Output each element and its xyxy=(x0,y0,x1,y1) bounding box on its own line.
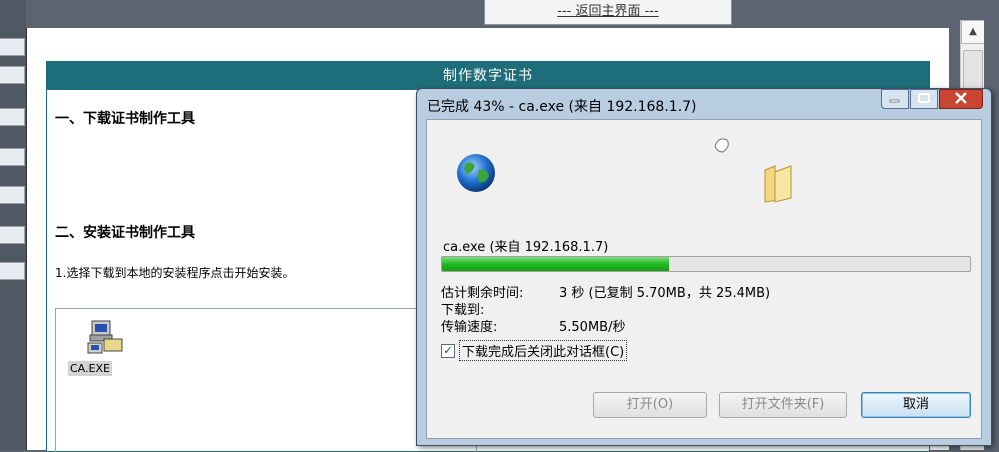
left-tab[interactable] xyxy=(0,38,25,56)
return-main-button[interactable]: --- 返回主界面 --- xyxy=(484,0,732,25)
installer-icon[interactable] xyxy=(86,317,126,357)
close-icon xyxy=(955,92,967,104)
close-when-done-label[interactable]: 下载完成后关闭此对话框(C) xyxy=(459,340,628,361)
progress-fill xyxy=(442,257,670,271)
checkbox-icon[interactable]: ✓ xyxy=(441,343,455,358)
maximize-button[interactable] xyxy=(910,89,938,109)
open-button[interactable]: 打开(O) xyxy=(593,392,707,418)
window-controls xyxy=(880,89,983,109)
maximize-icon xyxy=(918,93,930,103)
minimize-icon xyxy=(889,99,900,103)
file-source: ca.exe (来自 192.168.1.7) xyxy=(443,240,609,255)
panel-title: 制作数字证书 xyxy=(47,62,929,90)
open-folder-button[interactable]: 打开文件夹(F) xyxy=(719,392,847,418)
cancel-button[interactable]: 取消 xyxy=(861,392,971,418)
dialog-body: ca.exe (来自 192.168.1.7) 估计剩余时间: 3 秒 (已复制 … xyxy=(426,119,982,439)
install-instruction: 1.选择下载到本地的安装程序点击开始安装。 xyxy=(55,266,295,280)
section-install-title: 二、安装证书制作工具 xyxy=(55,225,195,241)
speed-label: 传输速度: xyxy=(441,320,498,335)
left-tab[interactable] xyxy=(0,226,25,244)
left-tab[interactable] xyxy=(0,148,25,166)
left-tab[interactable] xyxy=(0,108,25,126)
section-download-title: 一、下载证书制作工具 xyxy=(55,111,195,127)
download-dialog: 已完成 43% - ca.exe (来自 192.168.1.7) ca.exe… xyxy=(416,88,992,446)
file-label[interactable]: CA.EXE xyxy=(68,361,112,376)
scroll-up-button[interactable]: ▲ xyxy=(961,20,985,44)
file-box: CA.EXE xyxy=(55,308,477,452)
close-when-done-checkbox[interactable]: ✓ 下载完成后关闭此对话框(C) xyxy=(441,340,628,361)
globe-icon xyxy=(457,154,495,192)
minimize-button[interactable] xyxy=(881,89,909,109)
time-left-value: 3 秒 (已复制 5.70MB，共 25.4MB) xyxy=(559,286,771,301)
dialog-title: 已完成 43% - ca.exe (来自 192.168.1.7) xyxy=(427,99,697,115)
left-tab[interactable] xyxy=(0,66,25,84)
return-main-label: --- 返回主界面 --- xyxy=(557,4,659,19)
speed-value: 5.50MB/秒 xyxy=(559,320,626,335)
close-button[interactable] xyxy=(939,89,983,109)
speed-row: 传输速度: 5.50MB/秒 xyxy=(441,316,625,335)
paper-icon xyxy=(714,138,729,153)
download-progress-bar xyxy=(441,256,971,272)
left-tab[interactable] xyxy=(0,262,25,280)
folder-icon xyxy=(764,165,792,203)
left-tab[interactable] xyxy=(0,186,25,204)
